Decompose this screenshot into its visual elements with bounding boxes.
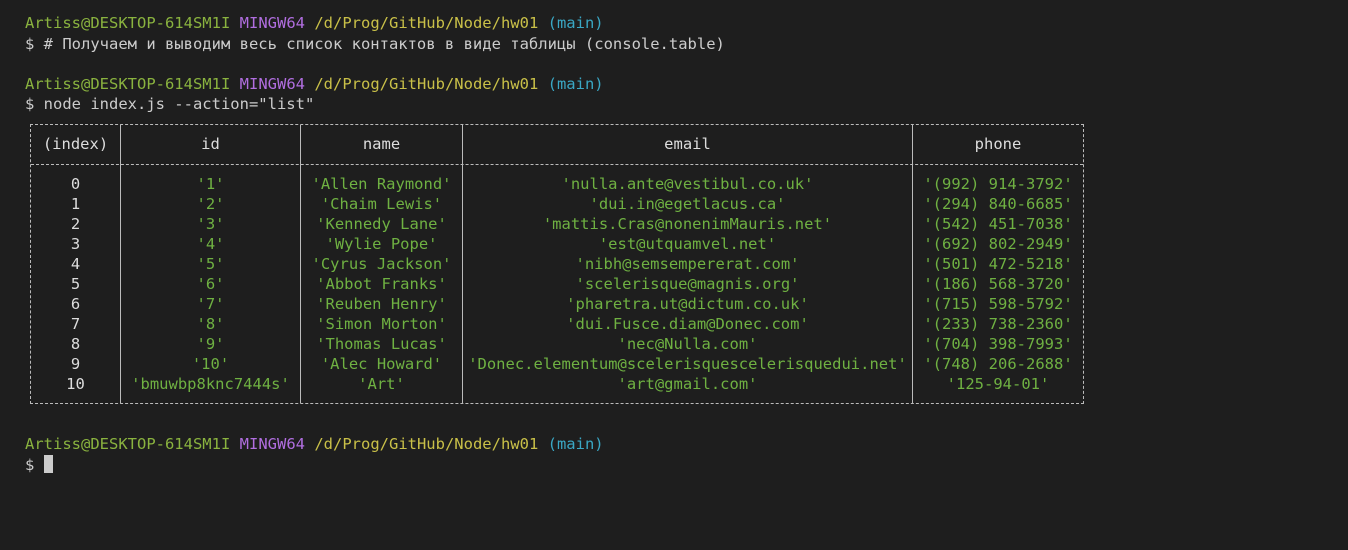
column-header-email: email bbox=[664, 135, 711, 153]
table-cell-email: 'art@gmail.com' bbox=[617, 375, 758, 393]
table-cell-index: 5 bbox=[70, 275, 81, 293]
table-cell-id: '7' bbox=[196, 295, 225, 313]
table-cell-id: '8' bbox=[196, 315, 225, 333]
column-header-name: name bbox=[362, 135, 401, 153]
table-cell-phone: '(501) 472-5218' bbox=[923, 255, 1073, 273]
table-cell-name: 'Allen Raymond' bbox=[311, 175, 452, 193]
table-cell-index: 8 bbox=[70, 335, 81, 353]
table-cell-email: 'nibh@semsempererat.com' bbox=[575, 255, 800, 273]
table-cell-phone: '(233) 738-2360' bbox=[923, 315, 1073, 333]
table-cell-id: '4' bbox=[196, 235, 225, 253]
table-cell-phone: '125-94-01' bbox=[946, 375, 1050, 393]
table-cell-id: '9' bbox=[196, 335, 225, 353]
prompt-branch: (main) bbox=[547, 435, 604, 453]
prompt-user: Artiss@DESKTOP-614SM1I bbox=[25, 14, 231, 32]
column-header-id: id bbox=[201, 135, 220, 153]
table-cell-id: '10' bbox=[191, 355, 230, 373]
table-cell-email: 'est@utquamvel.net' bbox=[598, 235, 777, 253]
prompt-path: /d/Prog/GitHub/Node/hw01 bbox=[314, 75, 539, 93]
table-cell-index: 0 bbox=[70, 175, 81, 193]
prompt-branch: (main) bbox=[547, 75, 604, 93]
prompt-branch: (main) bbox=[547, 14, 604, 32]
table-cell-email: 'mattis.Cras@nonenimMauris.net' bbox=[542, 215, 833, 233]
table-cell-index: 3 bbox=[70, 235, 81, 253]
table-cell-email: 'scelerisque@magnis.org' bbox=[575, 275, 800, 293]
table-cell-index: 7 bbox=[70, 315, 81, 333]
table-cell-name: 'Chaim Lewis' bbox=[320, 195, 443, 213]
column-header-index: (index) bbox=[42, 135, 109, 153]
prompt-system: MINGW64 bbox=[239, 14, 305, 32]
table-cell-email: 'nec@Nulla.com' bbox=[617, 335, 758, 353]
prompt-line: Artiss@DESKTOP-614SM1I MINGW64 /d/Prog/G… bbox=[25, 434, 604, 454]
table-cell-id: '2' bbox=[196, 195, 225, 213]
table-cell-id: '3' bbox=[196, 215, 225, 233]
prompt-user: Artiss@DESKTOP-614SM1I bbox=[25, 435, 231, 453]
table-cell-name: 'Abbot Franks' bbox=[316, 275, 447, 293]
console-table: (index) id name email phone 0 '1' 'Allen R… bbox=[30, 124, 1084, 404]
table-cell-index: 2 bbox=[70, 215, 81, 233]
table-cell-name: 'Thomas Lucas' bbox=[316, 335, 447, 353]
table-cell-phone: '(186) 568-3720' bbox=[923, 275, 1073, 293]
table-cell-index: 4 bbox=[70, 255, 81, 273]
table-cell-name: 'Cyrus Jackson' bbox=[311, 255, 452, 273]
table-cell-phone: '(542) 451-7038' bbox=[923, 215, 1073, 233]
table-cell-phone: '(715) 598-5792' bbox=[923, 295, 1073, 313]
prompt-system: MINGW64 bbox=[239, 435, 305, 453]
table-cell-name: 'Simon Morton' bbox=[316, 315, 447, 333]
table-cell-index: 10 bbox=[66, 375, 85, 393]
prompt-symbol: $ bbox=[25, 456, 44, 474]
table-cell-email: 'nulla.ante@vestibul.co.uk' bbox=[561, 175, 814, 193]
input-line[interactable]: $ bbox=[25, 455, 53, 475]
table-cell-email: 'dui.Fusce.diam@Donec.com' bbox=[566, 315, 809, 333]
column-header-phone: phone bbox=[974, 135, 1022, 153]
table-cell-id: 'bmuwbp8knc7444s' bbox=[131, 375, 290, 393]
header-separator bbox=[31, 164, 1083, 165]
table-cell-index: 1 bbox=[70, 195, 81, 213]
prompt-line: Artiss@DESKTOP-614SM1I MINGW64 /d/Prog/G… bbox=[25, 13, 604, 33]
table-cell-phone: '(692) 802-2949' bbox=[923, 235, 1073, 253]
terminal-window[interactable]: Artiss@DESKTOP-614SM1I MINGW64 /d/Prog/G… bbox=[0, 0, 1348, 550]
table-cell-email: 'Donec.elementum@scelerisquescelerisqued… bbox=[468, 355, 907, 373]
table-cell-email: 'pharetra.ut@dictum.co.uk' bbox=[566, 295, 809, 313]
table-cell-index: 6 bbox=[70, 295, 81, 313]
table-cell-phone: '(294) 840-6685' bbox=[923, 195, 1073, 213]
command-line: $ # Получаем и выводим весь список конта… bbox=[25, 35, 725, 53]
table-cell-name: 'Reuben Henry' bbox=[316, 295, 447, 313]
text-cursor bbox=[43, 455, 53, 473]
table-cell-phone: '(748) 206-2688' bbox=[923, 355, 1073, 373]
table-cell-name: 'Wylie Pope' bbox=[325, 235, 438, 253]
table-cell-name: 'Kennedy Lane' bbox=[316, 215, 447, 233]
table-cell-id: '6' bbox=[196, 275, 225, 293]
table-cell-phone: '(992) 914-3792' bbox=[923, 175, 1073, 193]
prompt-system: MINGW64 bbox=[239, 75, 305, 93]
table-cell-index: 9 bbox=[70, 355, 81, 373]
prompt-path: /d/Prog/GitHub/Node/hw01 bbox=[314, 14, 539, 32]
prompt-user: Artiss@DESKTOP-614SM1I bbox=[25, 75, 231, 93]
table-cell-name: 'Alec Howard' bbox=[320, 355, 443, 373]
table-cell-id: '1' bbox=[196, 175, 225, 193]
prompt-path: /d/Prog/GitHub/Node/hw01 bbox=[314, 435, 539, 453]
table-cell-id: '5' bbox=[196, 255, 225, 273]
table-cell-phone: '(704) 398-7993' bbox=[923, 335, 1073, 353]
prompt-line: Artiss@DESKTOP-614SM1I MINGW64 /d/Prog/G… bbox=[25, 74, 604, 94]
table-cell-name: 'Art' bbox=[358, 375, 405, 393]
table-cell-email: 'dui.in@egetlacus.ca' bbox=[589, 195, 786, 213]
command-line: $ node index.js --action="list" bbox=[25, 95, 315, 113]
